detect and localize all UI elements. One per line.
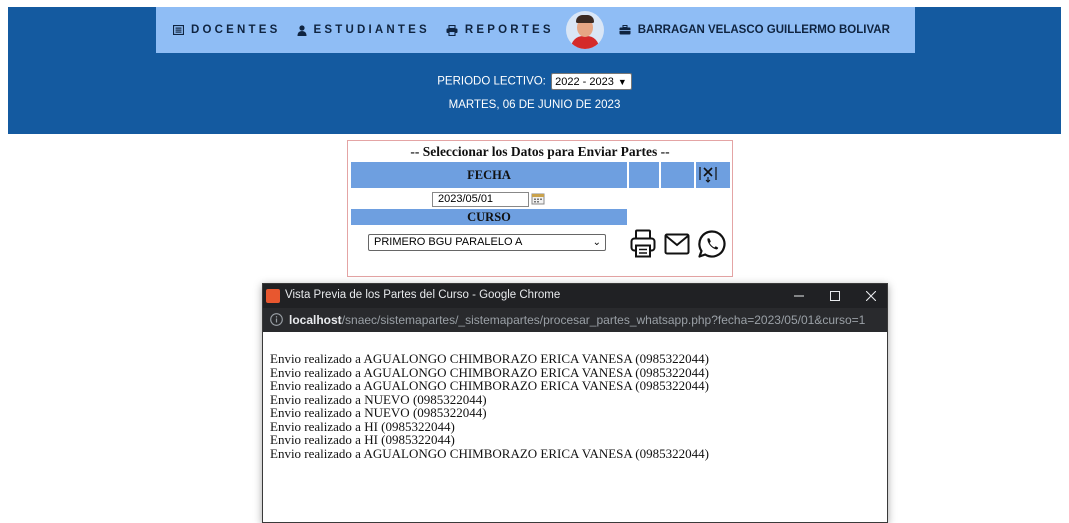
maximize-icon [830,291,840,301]
close-icon [866,291,876,301]
current-date: MARTES, 06 DE JUNIO DE 2023 [448,99,621,111]
url-path: /snaec/sistemapartes/_sistemapartes/proc… [341,313,866,327]
nav-estudiantes-label: ESTUDIANTES [313,24,430,36]
log-line: Envio realizado a HI (0985322044) [270,418,455,434]
printer-icon [446,24,458,36]
table-header-cell [629,162,659,188]
export-x-icon[interactable] [698,164,718,184]
log-line: Envio realizado a NUEVO (0985322044) [270,391,487,407]
log-line: Envio realizado a HI (0985322044) [270,432,455,447]
close-button[interactable] [853,284,889,308]
printer-icon[interactable] [630,229,656,264]
curso-selected-value: PRIMERO BGU PARALELO A [374,236,523,248]
nav-reportes[interactable]: REPORTES [446,24,554,36]
period-selected-value: 2022 - 2023 [555,76,614,88]
table-header-cell [661,162,694,188]
popup-titlebar[interactable]: Vista Previa de los Partes del Curso - G… [263,284,887,308]
log-line: Envio realizado a AGUALONGO CHIMBORAZO E… [270,445,709,461]
favicon-icon [266,289,280,303]
form-title: -- Seleccionar los Datos para Enviar Par… [410,144,670,159]
preview-popup-window: Vista Previa de los Partes del Curso - G… [262,283,888,523]
fecha-header: FECHA [351,162,627,188]
fecha-input[interactable]: 2023/05/01 [432,192,529,207]
top-navigation: DOCENTES ESTUDIANTES REPORTES BARRAGAN V… [156,7,915,53]
chevron-down-icon: ▼ [617,77,627,87]
send-parts-form: -- Seleccionar los Datos para Enviar Par… [347,140,733,277]
curso-select[interactable]: PRIMERO BGU PARALELO A ⌄ [368,234,606,251]
nav-docentes-label: DOCENTES [191,24,281,36]
chevron-down-icon: ⌄ [592,237,601,248]
user-icon [297,24,307,36]
user-menu[interactable]: BARRAGAN VELASCO GUILLERMO BOLIVAR [619,24,890,36]
period-row: PERIODO LECTIVO: 2022 - 2023 ▼ [8,73,1061,90]
maximize-button[interactable] [817,284,853,308]
popup-content: Envio realizado a AGUALONGO CHIMBORAZO E… [270,352,709,460]
list-icon [173,25,184,35]
log-line: Envio realizado a AGUALONGO CHIMBORAZO E… [270,378,709,393]
briefcase-icon [619,25,631,35]
calendar-icon[interactable] [531,192,545,210]
nav-estudiantes[interactable]: ESTUDIANTES [297,24,430,36]
curso-header: CURSO [351,209,627,225]
minimize-icon [794,295,804,297]
url-host: localhost [289,313,342,327]
nav-docentes[interactable]: DOCENTES [173,24,281,36]
popup-url: localhost/snaec/sistemapartes/_sistemapa… [289,313,865,327]
whatsapp-icon[interactable] [697,229,727,264]
nav-reportes-label: REPORTES [464,24,554,36]
log-line: Envio realizado a AGUALONGO CHIMBORAZO E… [270,364,709,380]
popup-title: Vista Previa de los Partes del Curso - G… [285,289,561,301]
log-line: Envio realizado a AGUALONGO CHIMBORAZO E… [270,351,709,366]
envelope-icon[interactable] [664,233,690,260]
log-line: Envio realizado a NUEVO (0985322044) [270,405,487,420]
popup-address-bar: localhost/snaec/sistemapartes/_sistemapa… [263,308,887,332]
user-name: BARRAGAN VELASCO GUILLERMO BOLIVAR [637,24,890,36]
minimize-button[interactable] [781,284,817,308]
period-label: PERIODO LECTIVO: [437,75,546,88]
info-icon[interactable] [270,313,283,331]
period-select[interactable]: 2022 - 2023 ▼ [551,73,632,90]
avatar[interactable] [565,11,604,49]
